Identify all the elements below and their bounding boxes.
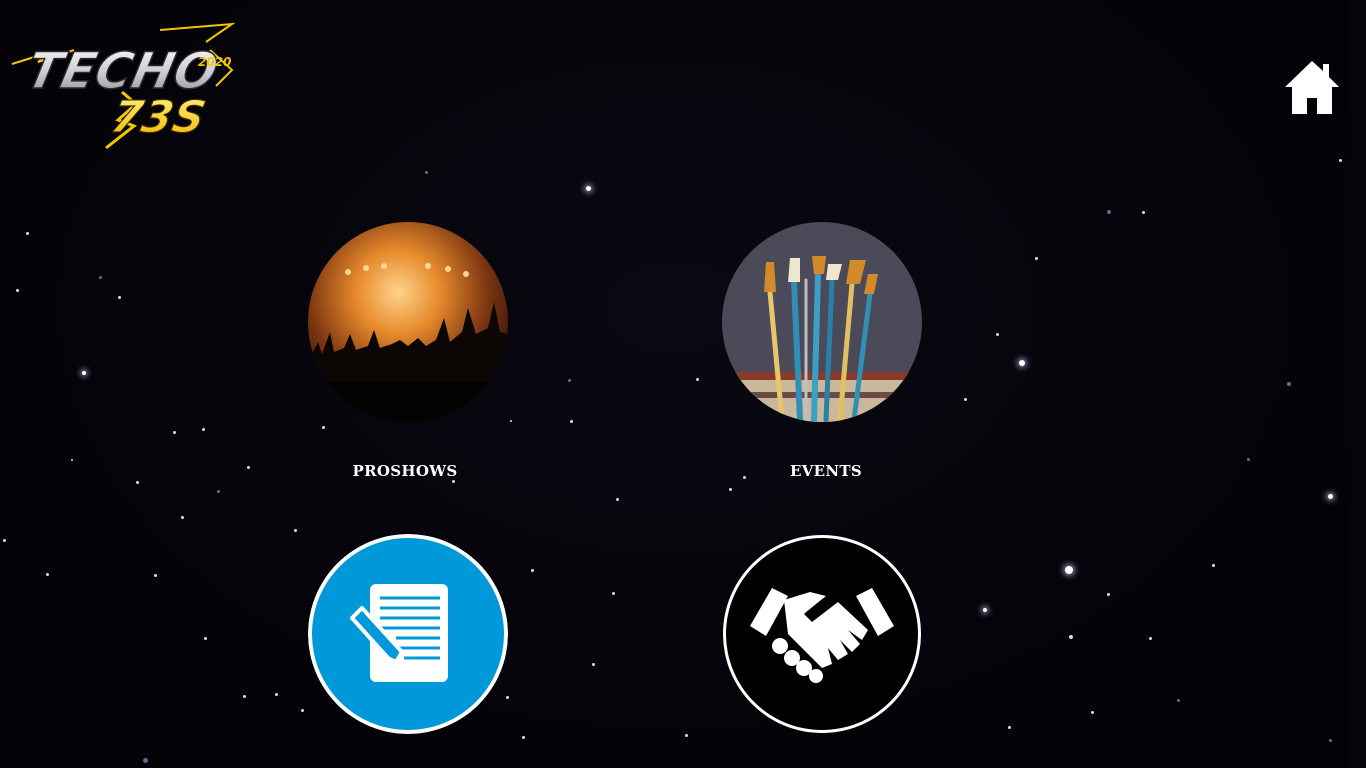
- star: [1287, 382, 1291, 386]
- star: [71, 459, 73, 461]
- star: [611, 591, 615, 595]
- star: [216, 489, 220, 493]
- star: [1065, 566, 1073, 574]
- paint-brushes-image: [722, 222, 922, 422]
- star: [963, 397, 967, 401]
- star: [1034, 256, 1038, 260]
- star: [15, 288, 19, 292]
- registration-form-icon: [308, 534, 508, 734]
- logo-text-number: 73S: [106, 92, 210, 142]
- star: [983, 608, 987, 612]
- star: [615, 497, 619, 501]
- star: [424, 170, 428, 174]
- events-label[interactable]: EVENTS: [726, 462, 926, 480]
- star: [1106, 592, 1110, 596]
- star: [1246, 457, 1250, 461]
- star: [153, 573, 157, 577]
- star: [567, 378, 571, 382]
- star: [1141, 210, 1145, 214]
- star: [98, 275, 102, 279]
- star: [142, 757, 148, 763]
- star: [1338, 158, 1342, 162]
- star: [246, 465, 250, 469]
- star: [1107, 210, 1111, 214]
- star: [45, 572, 49, 576]
- star: [684, 733, 688, 737]
- star: [203, 636, 207, 640]
- star: [321, 425, 325, 429]
- star: [510, 420, 512, 422]
- star: [201, 427, 205, 431]
- star: [293, 528, 297, 532]
- star: [172, 430, 176, 434]
- star: [995, 332, 999, 336]
- star: [82, 371, 86, 375]
- star: [728, 487, 732, 491]
- star: [2, 538, 6, 542]
- star: [1176, 698, 1180, 702]
- star: [695, 377, 699, 381]
- star: [1019, 360, 1025, 366]
- starfield-background: TECHO 73S 2020 PROSHOWS EVENTS: [0, 0, 1349, 768]
- star: [1328, 738, 1332, 742]
- logo-text-techo: TECHO: [21, 42, 223, 100]
- star: [585, 185, 591, 191]
- star: [1007, 725, 1011, 729]
- registration-tile[interactable]: [308, 534, 508, 734]
- proshows-label[interactable]: PROSHOWS: [305, 462, 505, 480]
- events-tile[interactable]: [722, 222, 922, 422]
- home-icon[interactable]: [1283, 58, 1341, 116]
- star: [117, 295, 121, 299]
- star: [300, 708, 304, 712]
- star: [505, 695, 509, 699]
- star: [569, 419, 573, 423]
- star: [1148, 636, 1152, 640]
- star: [1327, 493, 1333, 499]
- techo-logo[interactable]: TECHO 73S 2020: [10, 22, 240, 152]
- proshows-tile[interactable]: [308, 222, 508, 422]
- handshake-icon: [723, 535, 921, 733]
- handshake-tile[interactable]: [722, 534, 922, 734]
- star: [530, 568, 534, 572]
- star: [521, 735, 525, 739]
- star: [135, 480, 139, 484]
- star: [242, 694, 246, 698]
- logo-year: 2020: [198, 55, 231, 69]
- star: [25, 231, 29, 235]
- concert-crowd-image: [308, 222, 508, 422]
- star: [591, 662, 595, 666]
- star: [1090, 710, 1094, 714]
- star: [1211, 563, 1215, 567]
- star: [274, 692, 278, 696]
- star: [1069, 635, 1073, 639]
- star: [180, 515, 184, 519]
